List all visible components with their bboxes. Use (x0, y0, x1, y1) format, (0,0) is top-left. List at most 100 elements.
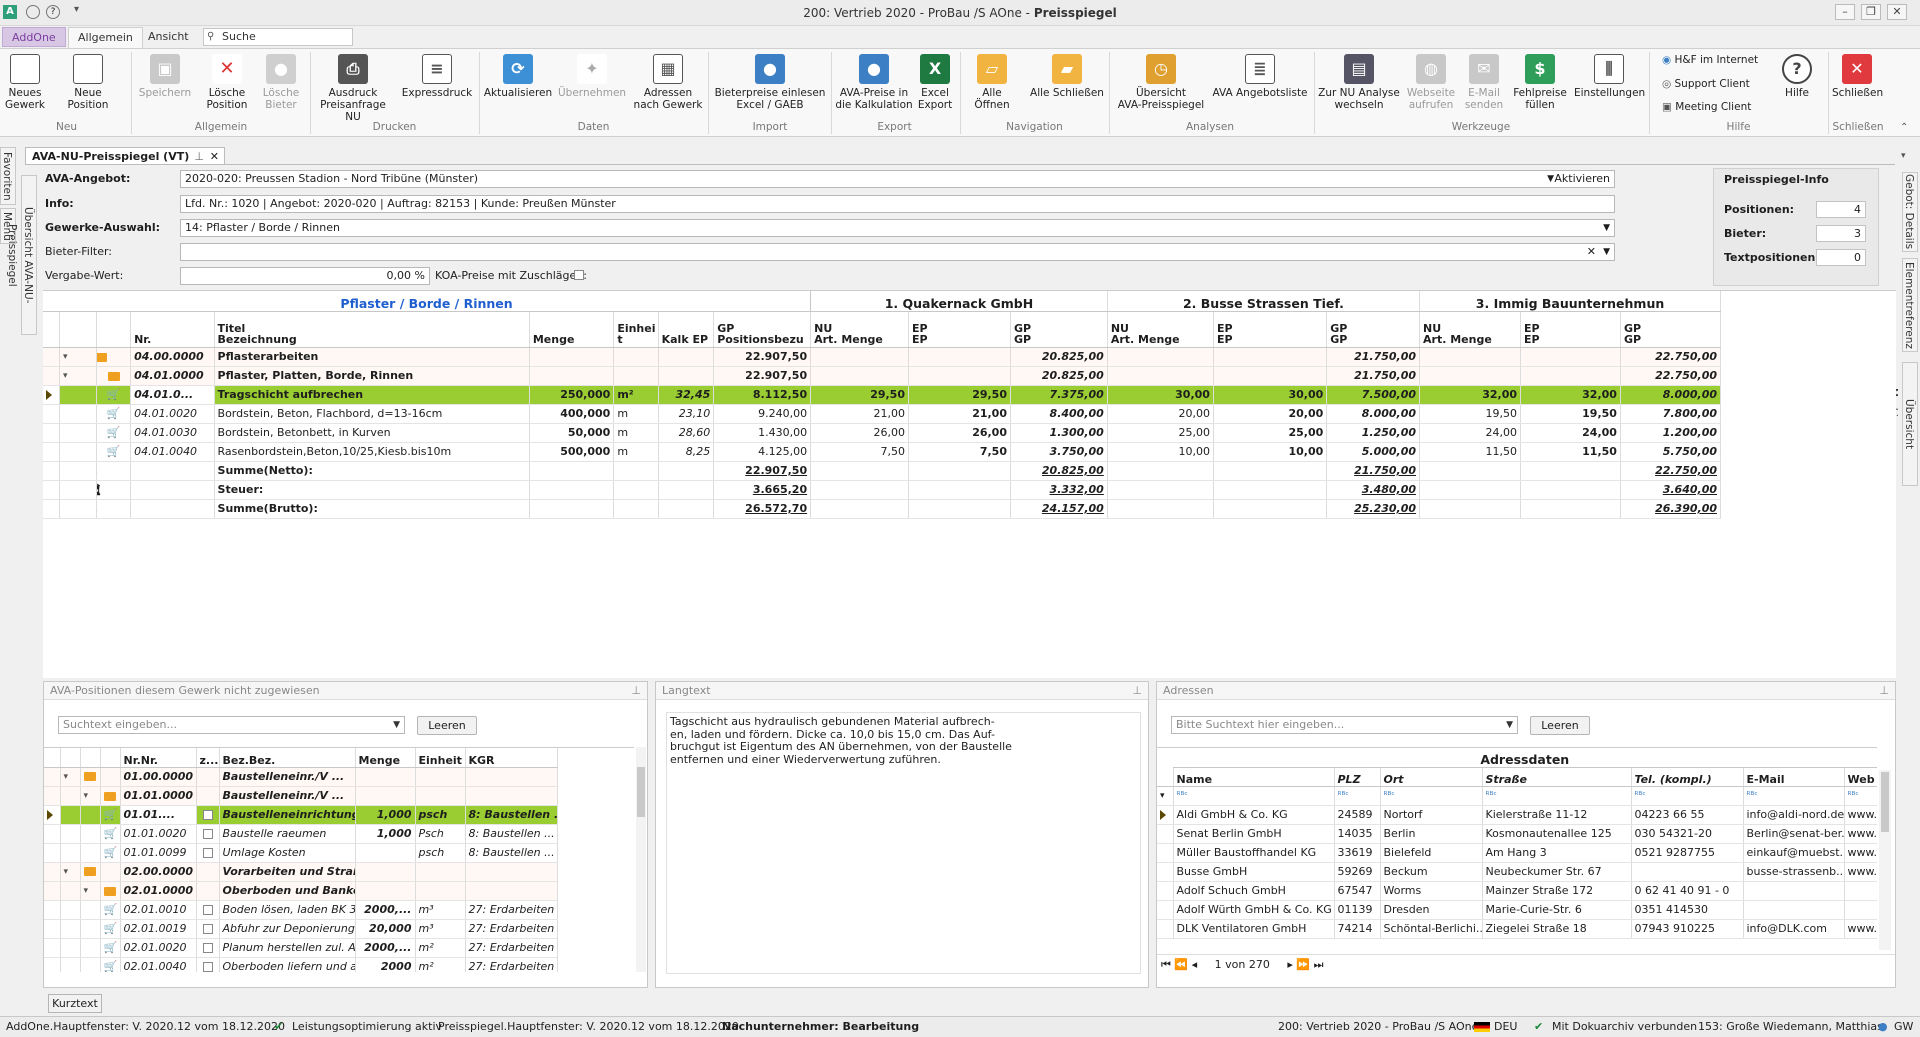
tab-ansicht[interactable]: Ansicht (139, 27, 198, 47)
cell-kgr[interactable]: 27: Erdarbeiten (465, 919, 558, 939)
cell-kalk[interactable]: 23,10 (658, 404, 715, 424)
cell-bez[interactable]: Planum herstellen zul. Abwe ... (219, 938, 356, 958)
cell-gp2[interactable]: 5.000,00 (1326, 442, 1421, 462)
cell-gp1[interactable]: 24.157,00 (1010, 499, 1108, 519)
cell-einh[interactable] (613, 366, 659, 386)
cell-ep2[interactable] (1213, 347, 1328, 367)
cell-ep3[interactable] (1520, 347, 1621, 367)
assign-checkbox[interactable] (202, 943, 213, 953)
assign-checkbox[interactable] (202, 848, 213, 858)
cell-kgr[interactable]: 27: Erdarbeiten (465, 900, 558, 920)
chevron-down-icon[interactable]: ▼ (1506, 717, 1513, 733)
zur-nu-analyse-button[interactable]: ▤ Zur NU Analyse wechseln (1318, 54, 1400, 120)
cell-nu3[interactable]: 32,00 (1419, 385, 1521, 405)
cell-nr[interactable] (130, 499, 215, 519)
uebernehmen-button[interactable]: ✦ Übernehmen (558, 54, 626, 120)
main-header-col[interactable]: GP GP (1326, 311, 1421, 348)
cell-einheit[interactable]: m² (415, 957, 466, 972)
expand-cell[interactable] (59, 423, 98, 443)
cell-nu3[interactable] (1419, 366, 1521, 386)
cell-nr[interactable]: 01.01.0099 (120, 843, 197, 863)
left-header-col[interactable]: Einheit (415, 748, 466, 768)
cell-gp1[interactable]: 1.300,00 (1010, 423, 1108, 443)
list-item[interactable]: 🛒 01.01.0020 Baustelle raeumen 1,000 Psch 8: … (44, 824, 634, 844)
cell-bez[interactable]: Summe(Brutto): (214, 499, 530, 519)
list-item[interactable]: 🛒01.01.... Baustelleneinrichtung herst ..… (44, 805, 634, 825)
cell-nr[interactable]: 04.01.0... (130, 385, 215, 405)
address-row[interactable]: Senat Berlin GmbH 14035 Berlin Kosmonautena… (1157, 824, 1877, 844)
alle-oeffnen-button[interactable]: ▱ Alle Öffnen (964, 54, 1020, 120)
cell-gp[interactable]: 1.430,00 (713, 423, 812, 443)
main-header-col[interactable]: NU Art. Menge (1419, 311, 1521, 348)
cell-menge[interactable] (529, 480, 615, 500)
tab-addone[interactable]: AddOne (2, 27, 66, 47)
main-header-col[interactable]: Einhei t (613, 311, 659, 348)
cell-nu1[interactable] (810, 366, 909, 386)
cell-einh[interactable] (613, 499, 659, 519)
cell-nr[interactable]: 04.01.0000 (130, 366, 215, 386)
cell-zuweisen[interactable] (196, 843, 220, 863)
expand-cell[interactable] (59, 461, 98, 481)
cell-kgr[interactable] (465, 862, 558, 882)
cell-gp1[interactable]: 3.332,00 (1010, 480, 1108, 500)
cell-menge[interactable]: 50,000 (529, 423, 615, 443)
cell-nr[interactable] (130, 480, 215, 500)
list-item[interactable]: ▾ 01.00.0000 Baustelleneinr./V ... (44, 767, 634, 787)
cell-gp3[interactable]: 22.750,00 (1620, 366, 1722, 386)
hilfe-button[interactable]: ? Hilfe (1778, 54, 1816, 120)
cell-plz[interactable]: 59269 (1334, 862, 1381, 882)
support-client-link[interactable]: ◎ Support Client (1662, 78, 1750, 90)
table-row[interactable]: Σ Summe(Netto): 22.907,50 20.825,00 21.750,0… (43, 461, 1722, 481)
cell-bez[interactable]: Bordstein, Betonbett, in Kurven (214, 423, 530, 443)
filter-cell[interactable]: ᴿᴮᶜ (1380, 786, 1483, 806)
hf-internet-link[interactable]: ◉ H&F im Internet (1662, 54, 1758, 66)
main-header-col[interactable]: NU Art. Menge (1107, 311, 1214, 348)
tree-cell[interactable] (80, 919, 101, 939)
cell-gp[interactable]: 22.907,50 (713, 366, 812, 386)
cell-ort[interactable]: Worms (1380, 881, 1483, 901)
unassigned-search-input[interactable]: Suchtext eingeben... ▼ (58, 716, 405, 734)
cell-zuweisen[interactable] (196, 938, 220, 958)
alle-schliessen-button[interactable]: ▰ Alle Schließen (1030, 54, 1104, 120)
cell-str[interactable]: Kosmonautenallee 125 (1482, 824, 1632, 844)
cell-nu2[interactable] (1107, 461, 1214, 481)
cell-web[interactable]: www... (1844, 824, 1877, 844)
cell-ep1[interactable]: 26,00 (908, 423, 1011, 443)
cell-nr[interactable]: 04.01.0020 (130, 404, 215, 424)
tree-cell[interactable] (80, 805, 101, 825)
cell-nu1[interactable]: 29,50 (810, 385, 909, 405)
table-row[interactable]: 🛒 04.01.0040 Rasenbordstein,Beton,10/25,Ki… (43, 442, 1722, 462)
cell-einheit[interactable] (415, 767, 466, 787)
cell-nu3[interactable]: 24,00 (1419, 423, 1521, 443)
cell-nr[interactable]: 02.01.0019 (120, 919, 197, 939)
cell-ep1[interactable] (908, 499, 1011, 519)
list-item[interactable]: ▾ 02.00.0000 Vorarbeiten und Straß ... (44, 862, 634, 882)
cell-menge[interactable] (355, 881, 416, 901)
cell-gp3[interactable]: 7.800,00 (1620, 404, 1722, 424)
cell-ep1[interactable]: 21,00 (908, 404, 1011, 424)
pin-icon[interactable]: ⊥ (631, 682, 641, 700)
cell-kalk[interactable] (658, 499, 715, 519)
cell-nr[interactable]: 04.01.0030 (130, 423, 215, 443)
cell-gp2[interactable]: 7.500,00 (1326, 385, 1421, 405)
cell-menge[interactable] (529, 347, 615, 367)
pin-icon[interactable]: ⊥ (194, 148, 204, 165)
expressdruck-button[interactable]: ≡ Expressdruck (400, 54, 474, 120)
cell-nu2[interactable]: 25,00 (1107, 423, 1214, 443)
cell-nu2[interactable] (1107, 366, 1214, 386)
cell-menge[interactable]: 2000,... (355, 938, 416, 958)
cell-gp3[interactable]: 5.750,00 (1620, 442, 1722, 462)
cell-gp[interactable]: 8.112,50 (713, 385, 812, 405)
tree-cell[interactable] (80, 824, 101, 844)
cell-nr[interactable]: 01.01.0000 (120, 786, 197, 806)
cell-name[interactable]: Adolf Würth GmbH & Co. KG (1173, 900, 1335, 920)
tree-cell[interactable] (60, 881, 81, 901)
bieterpreise-button[interactable]: ● Bieterpreise einlesen Excel / GAEB (712, 54, 828, 120)
cell-gp3[interactable]: 26.390,00 (1620, 499, 1722, 519)
chevron-down-icon[interactable]: ▼ (1547, 171, 1554, 187)
cell-gp[interactable]: 22.907,50 (713, 461, 812, 481)
langtext-content[interactable]: Tagschicht aus hydraulisch gebundenen Ma… (666, 712, 1141, 974)
close-window-icon[interactable]: ✕ (1887, 4, 1907, 20)
cell-nr[interactable]: 04.00.0000 (130, 347, 215, 367)
cell-web[interactable]: www... (1844, 919, 1877, 939)
